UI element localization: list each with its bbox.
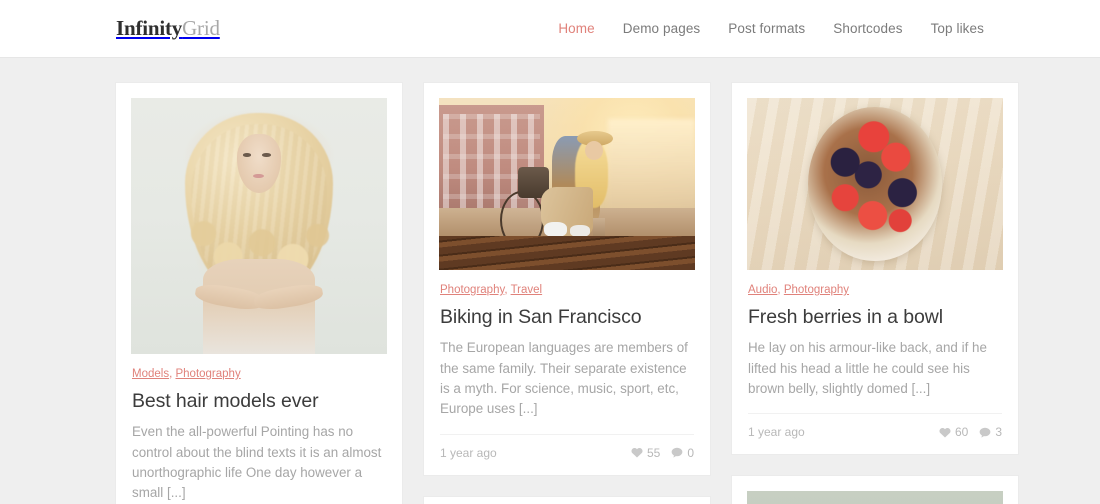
category-separator: , <box>504 284 507 296</box>
post-grid-container: Models, Photography Best hair models eve… <box>0 58 1100 504</box>
comment-count: 3 <box>995 425 1002 439</box>
post-body: Models, Photography Best hair models eve… <box>131 368 387 504</box>
logo-text-primary: Infinity <box>116 16 182 40</box>
grid-column-1: Models, Photography Best hair models eve… <box>116 83 402 504</box>
grid-column-3: Audio, Photography Fresh berries in a bo… <box>732 83 1018 504</box>
post-title[interactable]: Best hair models ever <box>132 389 386 413</box>
nav-item-post-formats[interactable]: Post formats <box>728 21 805 36</box>
post-thumbnail[interactable] <box>747 98 1003 270</box>
like-stat[interactable]: 55 <box>631 446 660 460</box>
heart-icon <box>939 427 951 438</box>
nav-item-shortcodes[interactable]: Shortcodes <box>833 21 902 36</box>
heart-icon <box>631 447 643 458</box>
logo-text-secondary: Grid <box>182 16 220 40</box>
comment-stat[interactable]: 0 <box>671 446 694 460</box>
post-thumbnail[interactable] <box>439 98 695 270</box>
like-count: 55 <box>647 446 660 460</box>
post-thumbnail[interactable] <box>131 98 387 354</box>
site-logo[interactable]: InfinityGrid <box>116 16 220 41</box>
post-grid: Models, Photography Best hair models eve… <box>116 83 984 504</box>
post-title[interactable]: Biking in San Francisco <box>440 305 694 329</box>
nav-item-home[interactable]: Home <box>558 21 594 36</box>
category-separator: , <box>169 368 172 380</box>
post-meta: 1 year ago 55 0 <box>440 434 694 460</box>
post-stats: 60 3 <box>939 425 1002 439</box>
post-excerpt: Even the all-powerful Pointing has no co… <box>132 422 386 504</box>
main-navigation: Home Demo pages Post formats Shortcodes … <box>558 21 984 36</box>
category-link[interactable]: Travel <box>511 284 543 296</box>
post-categories: Photography, Travel <box>440 284 694 298</box>
blonde-model-portrait-image <box>131 98 387 354</box>
grid-column-2: Photography, Travel Biking in San Franci… <box>424 83 710 504</box>
post-title[interactable]: Fresh berries in a bowl <box>748 305 1002 329</box>
comment-count: 0 <box>687 446 694 460</box>
nav-item-demo-pages[interactable]: Demo pages <box>623 21 701 36</box>
comment-icon <box>979 427 991 438</box>
post-stats: 55 0 <box>631 446 694 460</box>
post-card[interactable] <box>424 497 710 504</box>
post-thumbnail[interactable] <box>747 491 1003 504</box>
category-link[interactable]: Photography <box>784 284 849 296</box>
comment-icon <box>671 447 683 458</box>
post-date: 1 year ago <box>440 446 497 460</box>
category-link[interactable]: Photography <box>440 284 504 296</box>
post-card[interactable]: Models, Photography Best hair models eve… <box>116 83 402 504</box>
berries-bowl-wood-image <box>747 98 1003 270</box>
post-date: 1 year ago <box>748 425 805 439</box>
category-link[interactable]: Models <box>132 368 169 380</box>
category-link[interactable]: Audio <box>748 284 777 296</box>
category-link[interactable]: Photography <box>175 368 240 380</box>
post-categories: Audio, Photography <box>748 284 1002 298</box>
post-card[interactable]: Photography, Travel Biking in San Franci… <box>424 83 710 475</box>
person-portrait-image <box>747 491 1003 504</box>
comment-stat[interactable]: 3 <box>979 425 1002 439</box>
category-separator: , <box>777 284 780 296</box>
like-stat[interactable]: 60 <box>939 425 968 439</box>
site-header: InfinityGrid Home Demo pages Post format… <box>0 0 1100 58</box>
post-excerpt: The European languages are members of th… <box>440 338 694 420</box>
post-excerpt: He lay on his armour-like back, and if h… <box>748 338 1002 399</box>
nav-item-top-likes[interactable]: Top likes <box>931 21 984 36</box>
post-body: Audio, Photography Fresh berries in a bo… <box>747 284 1003 439</box>
post-card[interactable]: Audio, Photography Fresh berries in a bo… <box>732 83 1018 454</box>
like-count: 60 <box>955 425 968 439</box>
woman-bicycle-golden-hour-image <box>439 98 695 270</box>
post-categories: Models, Photography <box>132 368 386 382</box>
post-card[interactable] <box>732 476 1018 504</box>
post-body: Photography, Travel Biking in San Franci… <box>439 284 695 460</box>
post-meta: 1 year ago 60 3 <box>748 413 1002 439</box>
